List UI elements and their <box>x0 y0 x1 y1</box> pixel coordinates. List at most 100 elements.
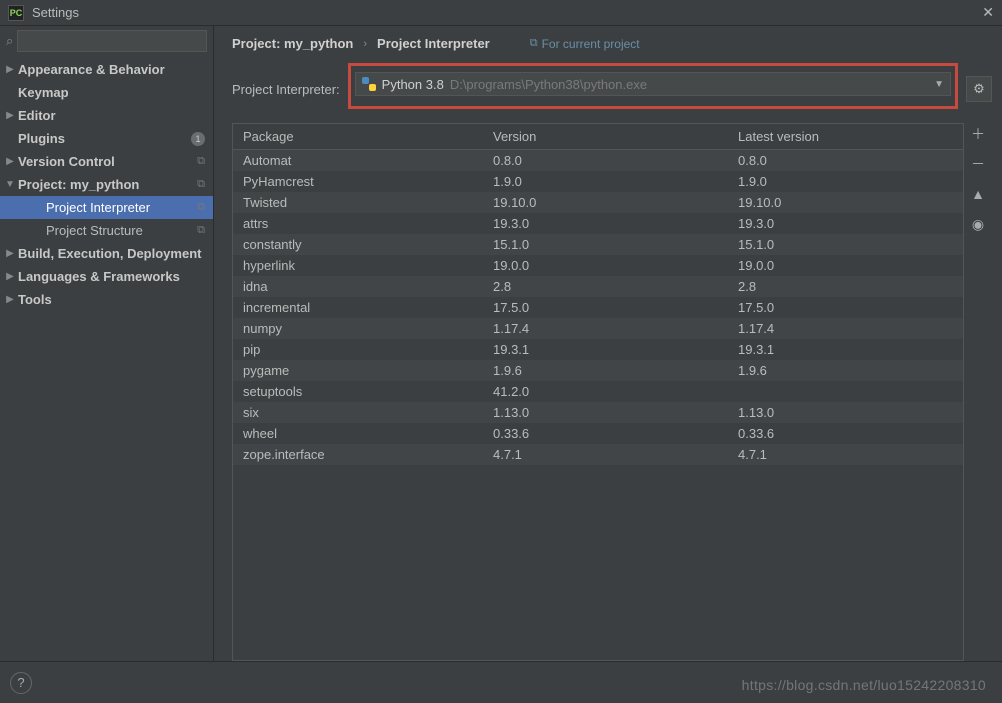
package-name: idna <box>233 279 483 294</box>
sidebar-item-project-interpreter[interactable]: Project Interpreter⧉ <box>0 196 213 219</box>
sidebar-item-build-execution-deployment[interactable]: ▶Build, Execution, Deployment <box>0 242 213 265</box>
table-row[interactable]: pygame1.9.61.9.6 <box>233 360 963 381</box>
interpreter-settings-button[interactable]: ⚙ <box>966 76 992 102</box>
interpreter-dropdown[interactable]: Python 3.8 D:\programs\Python38\python.e… <box>355 72 951 96</box>
sidebar-item-label: Project Interpreter <box>46 200 197 215</box>
project-scope-icon: ⧉ <box>197 224 205 237</box>
sidebar-item-editor[interactable]: ▶Editor <box>0 104 213 127</box>
table-row[interactable]: hyperlink19.0.019.0.0 <box>233 255 963 276</box>
package-latest: 2.8 <box>728 279 963 294</box>
expand-arrow-icon: ▶ <box>4 248 16 259</box>
project-scope-icon: ⧉ <box>197 178 205 191</box>
package-latest: 19.3.0 <box>728 216 963 231</box>
table-row[interactable]: attrs19.3.019.3.0 <box>233 213 963 234</box>
table-row[interactable]: zope.interface4.7.14.7.1 <box>233 444 963 465</box>
header-version[interactable]: Version <box>483 129 728 144</box>
watermark-text: https://blog.csdn.net/luo15242208310 <box>742 677 986 693</box>
package-name: Twisted <box>233 195 483 210</box>
sidebar-item-appearance-behavior[interactable]: ▶Appearance & Behavior <box>0 58 213 81</box>
package-version: 1.9.6 <box>483 363 728 378</box>
table-row[interactable]: six1.13.01.13.0 <box>233 402 963 423</box>
header-latest[interactable]: Latest version <box>728 129 963 144</box>
search-input[interactable] <box>17 30 207 52</box>
interpreter-path: D:\programs\Python38\python.exe <box>450 77 647 92</box>
chevron-down-icon: ▼ <box>934 79 944 90</box>
package-name: setuptools <box>233 384 483 399</box>
expand-arrow-icon: ▶ <box>4 294 16 305</box>
package-latest: 0.33.6 <box>728 426 963 441</box>
copy-icon: ⧉ <box>530 37 538 50</box>
package-latest: 19.3.1 <box>728 342 963 357</box>
show-early-release-button[interactable]: ◉ <box>967 213 989 235</box>
packages-header: Package Version Latest version <box>233 124 963 150</box>
package-version: 0.33.6 <box>483 426 728 441</box>
sidebar-item-plugins[interactable]: Plugins1 <box>0 127 213 150</box>
project-scope-icon: ⧉ <box>197 201 205 214</box>
packages-actions: ＋ － ▲ ◉ <box>964 123 992 661</box>
interpreter-label: Project Interpreter: <box>232 82 340 97</box>
table-row[interactable]: Automat0.8.00.8.0 <box>233 150 963 171</box>
breadcrumb: Project: my_python › Project Interpreter… <box>232 36 992 51</box>
help-button[interactable]: ? <box>10 672 32 694</box>
settings-nav: ▶Appearance & BehaviorKeymap▶EditorPlugi… <box>0 58 213 661</box>
table-row[interactable]: incremental17.5.017.5.0 <box>233 297 963 318</box>
sidebar-item-version-control[interactable]: ▶Version Control⧉ <box>0 150 213 173</box>
table-row[interactable]: numpy1.17.41.17.4 <box>233 318 963 339</box>
package-latest: 17.5.0 <box>728 300 963 315</box>
package-version: 0.8.0 <box>483 153 728 168</box>
expand-arrow-icon: ▼ <box>4 179 16 190</box>
table-row[interactable]: idna2.82.8 <box>233 276 963 297</box>
table-row[interactable]: wheel0.33.60.33.6 <box>233 423 963 444</box>
package-name: constantly <box>233 237 483 252</box>
eye-icon: ◉ <box>972 216 984 233</box>
sidebar-item-tools[interactable]: ▶Tools <box>0 288 213 311</box>
package-name: PyHamcrest <box>233 174 483 189</box>
expand-arrow-icon: ▶ <box>4 156 16 167</box>
table-row[interactable]: PyHamcrest1.9.01.9.0 <box>233 171 963 192</box>
sidebar-item-label: Languages & Frameworks <box>18 269 207 284</box>
header-package[interactable]: Package <box>233 129 483 144</box>
expand-arrow-icon: ▶ <box>4 271 16 282</box>
question-icon: ? <box>17 675 24 690</box>
sidebar-item-languages-frameworks[interactable]: ▶Languages & Frameworks <box>0 265 213 288</box>
package-version: 15.1.0 <box>483 237 728 252</box>
chevron-right-icon: › <box>363 38 367 50</box>
sidebar-item-label: Project: my_python <box>18 177 197 192</box>
package-name: six <box>233 405 483 420</box>
interpreter-highlight-box: Python 3.8 D:\programs\Python38\python.e… <box>348 63 958 109</box>
interpreter-row: Project Interpreter: Python 3.8 D:\progr… <box>232 69 992 109</box>
table-row[interactable]: Twisted19.10.019.10.0 <box>233 192 963 213</box>
sidebar-item-label: Editor <box>18 108 207 123</box>
package-name: pygame <box>233 363 483 378</box>
sidebar-item-label: Appearance & Behavior <box>18 62 207 77</box>
remove-package-button[interactable]: － <box>967 153 989 175</box>
package-latest: 1.9.0 <box>728 174 963 189</box>
sidebar-item-project-structure[interactable]: Project Structure⧉ <box>0 219 213 242</box>
upgrade-package-button[interactable]: ▲ <box>967 183 989 205</box>
sidebar: ⌕ ▶Appearance & BehaviorKeymap▶EditorPlu… <box>0 26 214 661</box>
sidebar-item-label: Plugins <box>18 131 191 146</box>
package-version: 17.5.0 <box>483 300 728 315</box>
package-version: 19.0.0 <box>483 258 728 273</box>
package-latest: 0.8.0 <box>728 153 963 168</box>
sidebar-item-label: Tools <box>18 292 207 307</box>
packages-body: Automat0.8.00.8.0PyHamcrest1.9.01.9.0Twi… <box>233 150 963 660</box>
package-name: attrs <box>233 216 483 231</box>
sidebar-item-label: Project Structure <box>46 223 197 238</box>
package-name: numpy <box>233 321 483 336</box>
sidebar-item-project-my-python[interactable]: ▼Project: my_python⧉ <box>0 173 213 196</box>
packages-table: Package Version Latest version Automat0.… <box>232 123 964 661</box>
package-version: 19.3.1 <box>483 342 728 357</box>
table-row[interactable]: setuptools41.2.0 <box>233 381 963 402</box>
package-version: 1.13.0 <box>483 405 728 420</box>
close-icon[interactable]: ✕ <box>982 4 994 21</box>
for-current-project-label: ⧉ For current project <box>530 37 640 51</box>
add-package-button[interactable]: ＋ <box>967 123 989 145</box>
sidebar-item-label: Build, Execution, Deployment <box>18 246 207 261</box>
table-row[interactable]: pip19.3.119.3.1 <box>233 339 963 360</box>
sidebar-item-keymap[interactable]: Keymap <box>0 81 213 104</box>
package-version: 4.7.1 <box>483 447 728 462</box>
package-latest: 1.17.4 <box>728 321 963 336</box>
package-name: Automat <box>233 153 483 168</box>
table-row[interactable]: constantly15.1.015.1.0 <box>233 234 963 255</box>
